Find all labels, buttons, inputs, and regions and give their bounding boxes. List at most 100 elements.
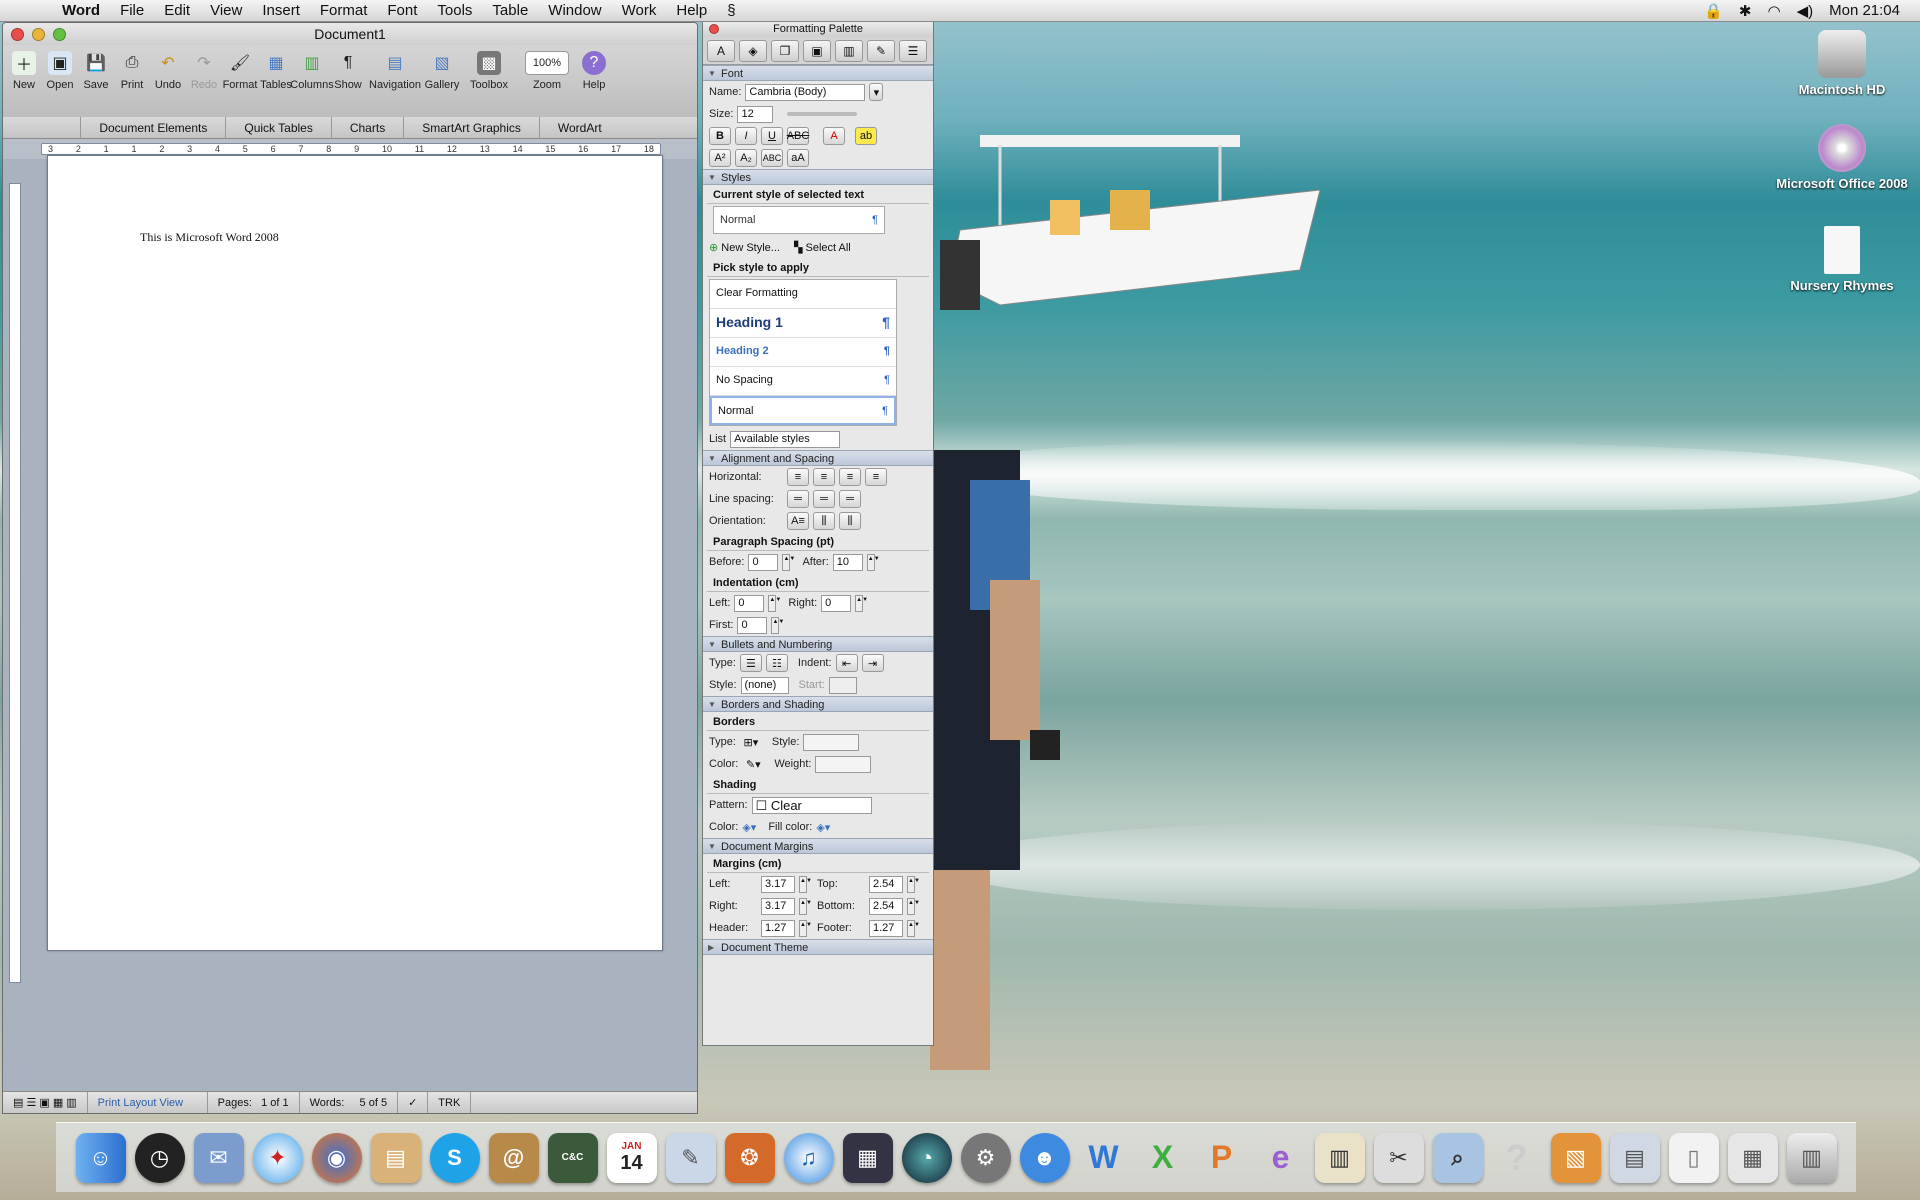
menu-edit[interactable]: Edit: [154, 0, 200, 22]
margin-bottom-field[interactable]: 2.54: [869, 897, 903, 915]
horizontal-text-icon[interactable]: A≡: [787, 512, 809, 530]
margin-header-field[interactable]: 1.27: [761, 919, 795, 937]
zoom-control[interactable]: 100% Zoom: [519, 51, 575, 91]
powerpoint-icon[interactable]: P: [1197, 1133, 1247, 1183]
help-icon[interactable]: ?: [1492, 1133, 1542, 1183]
itunes-icon[interactable]: ♫: [783, 1132, 834, 1183]
mail-icon[interactable]: ✉: [193, 1132, 244, 1183]
wifi-icon[interactable]: ◠: [1767, 2, 1780, 20]
minimize-button[interactable]: [32, 27, 45, 41]
section-alignment[interactable]: Alignment and Spacing: [703, 450, 933, 467]
safari-icon[interactable]: ✦: [252, 1132, 303, 1183]
command-conquer-icon[interactable]: C&C: [547, 1132, 598, 1183]
columns-button[interactable]: ▥ Columns: [290, 51, 333, 91]
print-button[interactable]: ⎙ Print: [115, 51, 149, 91]
downloads-icon[interactable]: ▦: [1727, 1132, 1778, 1183]
menu-table[interactable]: Table: [482, 0, 538, 22]
section-borders[interactable]: Borders and Shading: [703, 696, 933, 713]
align-right-icon[interactable]: ≡: [839, 468, 861, 486]
menu-work[interactable]: Work: [612, 0, 667, 22]
justify-icon[interactable]: ≡: [865, 468, 887, 486]
menu-tools[interactable]: Tools: [427, 0, 482, 22]
font-name-field[interactable]: Cambria (Body): [745, 83, 866, 101]
menu-help[interactable]: Help: [666, 0, 717, 22]
preview-photo-icon[interactable]: ⌕: [1432, 1132, 1483, 1183]
stack-icon[interactable]: ▧: [1550, 1132, 1601, 1183]
highlight-button[interactable]: ab: [855, 127, 877, 145]
spinner-icon[interactable]: ▲▼: [907, 875, 920, 893]
section-font[interactable]: Font: [703, 65, 933, 82]
palette-title-bar[interactable]: Formatting Palette: [703, 21, 933, 37]
double-spacing-icon[interactable]: ═: [839, 490, 861, 508]
tab-quick-tables[interactable]: Quick Tables: [225, 116, 330, 139]
one-half-spacing-icon[interactable]: ═: [813, 490, 835, 508]
bullet-style-select[interactable]: (none): [740, 676, 789, 694]
small-caps-button[interactable]: ABC: [761, 149, 783, 167]
current-style-box[interactable]: Normal ¶: [713, 206, 885, 234]
style-item-heading-1[interactable]: Heading 1 ¶: [710, 309, 896, 338]
project-palette-tab-icon[interactable]: ☰: [899, 39, 927, 62]
margin-left-field[interactable]: 3.17: [761, 875, 795, 893]
bold-button[interactable]: B: [709, 127, 731, 145]
spinner-icon[interactable]: ▲▼: [799, 875, 812, 893]
decrease-indent-icon[interactable]: ⇤: [835, 654, 858, 672]
folder-icon[interactable]: ▤: [1609, 1132, 1660, 1183]
finder-icon[interactable]: ☺: [75, 1132, 126, 1183]
save-button[interactable]: 💾 Save: [79, 51, 113, 91]
scissors-icon[interactable]: ✂: [1373, 1132, 1424, 1183]
trash-icon[interactable]: ▥: [1786, 1132, 1837, 1183]
spinner-icon[interactable]: ▲▼: [771, 616, 784, 634]
zoom-button[interactable]: [53, 27, 66, 41]
preview-icon[interactable]: ▤: [370, 1132, 421, 1183]
indent-left-field[interactable]: 0: [734, 594, 765, 612]
format-button[interactable]: 🖌 Format: [223, 51, 258, 91]
section-bullets[interactable]: Bullets and Numbering: [703, 636, 933, 653]
tables-button[interactable]: ▦ Tables: [259, 51, 293, 91]
strikethrough-button[interactable]: ABC: [787, 127, 809, 145]
show-button[interactable]: ¶ Show: [331, 51, 365, 91]
indent-first-field[interactable]: 0: [737, 616, 768, 634]
document-text[interactable]: This is Microsoft Word 2008: [140, 230, 279, 245]
dashboard-icon[interactable]: ◷: [134, 1132, 185, 1183]
firefox-icon[interactable]: ◉: [311, 1132, 362, 1183]
spinner-icon[interactable]: ▲▼: [907, 919, 920, 937]
script-menu-icon[interactable]: §: [717, 0, 745, 22]
style-item-heading-2[interactable]: Heading 2 ¶: [710, 338, 896, 367]
scrapbook-tab-icon[interactable]: ▣: [803, 39, 831, 62]
margin-top-field[interactable]: 2.54: [869, 875, 903, 893]
messenger-icon[interactable]: ☻: [1019, 1132, 1070, 1183]
spelling-icon[interactable]: ✓: [398, 1091, 429, 1113]
select-all-button[interactable]: ▚ Select All: [794, 241, 851, 254]
help-button[interactable]: ? Help: [577, 51, 611, 91]
undo-button[interactable]: ↶ Undo: [151, 51, 185, 91]
subscript-button[interactable]: A₂: [735, 149, 757, 167]
shading-color-icon[interactable]: ◈▾: [742, 821, 756, 834]
indent-right-field[interactable]: 0: [821, 594, 852, 612]
vertical-ruler[interactable]: [9, 183, 21, 983]
spinner-icon[interactable]: ▲▼: [782, 553, 795, 571]
menu-window[interactable]: Window: [538, 0, 611, 22]
spinner-icon[interactable]: ▲▼: [799, 897, 812, 915]
menu-insert[interactable]: Insert: [252, 0, 310, 22]
spinner-icon[interactable]: ▲▼: [855, 594, 868, 612]
margin-right-field[interactable]: 3.17: [761, 897, 795, 915]
font-color-button[interactable]: A: [823, 127, 845, 145]
section-styles[interactable]: Styles: [703, 169, 933, 186]
address-book-icon[interactable]: @: [488, 1132, 539, 1183]
system-preferences-icon[interactable]: ⚙: [960, 1132, 1011, 1183]
menu-app[interactable]: Word: [52, 0, 110, 22]
margin-footer-field[interactable]: 1.27: [869, 919, 903, 937]
navigation-button[interactable]: ▤ Navigation: [367, 51, 423, 91]
volume-icon[interactable]: ◀): [1797, 2, 1814, 20]
lock-icon[interactable]: 🔒: [1704, 2, 1723, 20]
project-gallery-icon[interactable]: ▥: [1314, 1132, 1365, 1183]
spacing-after-field[interactable]: 10: [832, 553, 863, 571]
border-color-icon[interactable]: ✎▾: [742, 755, 764, 773]
font-size-slider[interactable]: [787, 112, 858, 116]
font-size-field[interactable]: 12: [737, 105, 774, 123]
compatibility-tab-icon[interactable]: ✎: [867, 39, 895, 62]
spinner-icon[interactable]: ▲▼: [866, 553, 880, 571]
section-document-margins[interactable]: Document Margins: [703, 838, 933, 855]
view-buttons[interactable]: ▤ ☰ ▣ ▦ ▥: [3, 1091, 88, 1113]
spinner-icon[interactable]: ▲▼: [768, 594, 781, 612]
